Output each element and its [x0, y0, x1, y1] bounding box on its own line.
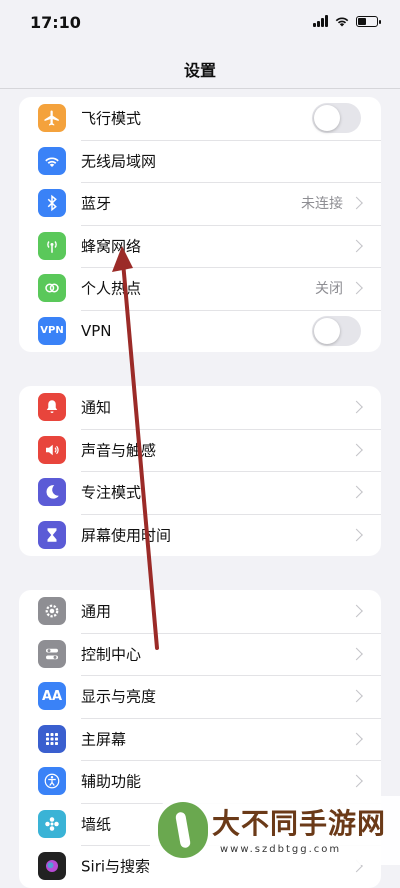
- settings-row[interactable]: 控制中心: [19, 632, 381, 676]
- settings-row-label: 屏幕使用时间: [81, 526, 172, 545]
- settings-row[interactable]: 个人热点 关闭: [19, 267, 381, 310]
- chevron-right-icon: [350, 528, 363, 542]
- settings-row[interactable]: 通用: [19, 590, 381, 633]
- settings-row-label: 控制中心: [81, 645, 142, 664]
- settings-row-label: 个人热点: [81, 279, 142, 298]
- battery-icon: [356, 15, 381, 27]
- status-time: 17:10: [30, 13, 81, 32]
- settings-row[interactable]: 通知: [19, 386, 381, 429]
- toggle-knob: [314, 105, 340, 132]
- siri-icon: [38, 852, 66, 881]
- settings-row-label: Siri与搜索: [81, 857, 151, 876]
- text-size-icon: AA: [38, 682, 66, 711]
- toggle-switch[interactable]: [312, 315, 361, 346]
- watermark-url: www.szdbtgg.com: [220, 844, 342, 855]
- settings-row[interactable]: 主屏幕: [19, 717, 381, 761]
- settings-row[interactable]: 声音与触感: [19, 428, 381, 472]
- gear-icon: [38, 597, 66, 626]
- status-icons: [313, 15, 381, 27]
- status-bar: 17:10: [0, 0, 400, 46]
- settings-group-notifications: 通知声音与触感专注模式屏幕使用时间: [19, 386, 381, 556]
- settings-row-label: 墙纸: [81, 815, 112, 834]
- vpn-icon: VPN: [38, 316, 66, 345]
- settings-row-label: 辅助功能: [81, 772, 142, 791]
- bluetooth-icon: [38, 189, 66, 218]
- chevron-right-icon: [350, 647, 363, 661]
- chevron-right-icon: [350, 689, 363, 703]
- settings-row[interactable]: 蓝牙 未连接: [19, 182, 381, 225]
- chevron-right-icon: [350, 400, 363, 414]
- nav-divider: [0, 88, 400, 89]
- watermark: 大不同手游网 www.szdbtgg.com: [150, 796, 400, 865]
- speaker-icon: [38, 435, 66, 464]
- cellular-signal-icon: [313, 15, 328, 27]
- chevron-right-icon: [350, 443, 363, 457]
- chevron-right-icon: [350, 774, 363, 788]
- settings-row-label: 通知: [81, 398, 112, 417]
- settings-row-label: 声音与触感: [81, 441, 157, 460]
- settings-row-label: 主屏幕: [81, 730, 127, 749]
- settings-row-value: 未连接: [301, 196, 343, 213]
- wifi-icon: [38, 146, 66, 175]
- chevron-right-icon: [350, 281, 363, 295]
- settings-row-label: 通用: [81, 602, 112, 621]
- settings-row-label: 显示与亮度: [81, 687, 157, 706]
- airplane-icon: [38, 104, 66, 133]
- settings-row-label: 专注模式: [81, 483, 142, 502]
- chevron-right-icon: [350, 485, 363, 499]
- hotspot-icon: [38, 274, 66, 303]
- switches-icon: [38, 639, 66, 668]
- settings-row-label: VPN: [81, 321, 112, 340]
- settings-row[interactable]: 无线局域网: [19, 139, 381, 183]
- toggle-knob: [314, 317, 340, 344]
- accessibility-icon: [38, 767, 66, 796]
- chevron-right-icon: [350, 604, 363, 618]
- page-title: 设置: [183, 61, 216, 80]
- settings-row[interactable]: 蜂窝网络: [19, 224, 381, 268]
- settings-row-label: 蓝牙: [81, 194, 112, 213]
- settings-row-label: 无线局域网: [81, 152, 157, 171]
- settings-group-connectivity: 飞行模式无线局域网蓝牙 未连接蜂窝网络个人热点 关闭 VPN VPN: [19, 97, 381, 352]
- watermark-logo-icon: [158, 802, 208, 858]
- wifi-status-icon: [335, 17, 349, 27]
- moon-icon: [38, 478, 66, 507]
- settings-row-value: 关闭: [315, 281, 343, 298]
- settings-row[interactable]: AA 显示与亮度: [19, 675, 381, 718]
- chevron-right-icon: [350, 239, 363, 253]
- settings-row-label: 飞行模式: [81, 109, 142, 128]
- hourglass-icon: [38, 520, 66, 549]
- wallpaper-icon: [38, 809, 66, 838]
- settings-row[interactable]: 屏幕使用时间: [19, 513, 381, 557]
- home-grid-icon: [38, 724, 66, 753]
- watermark-brand: 大不同手游网: [212, 807, 387, 840]
- chevron-right-icon: [350, 732, 363, 746]
- settings-row[interactable]: VPN VPN: [19, 309, 381, 353]
- settings-row[interactable]: 专注模式: [19, 471, 381, 514]
- bell-icon: [38, 393, 66, 422]
- settings-row-label: 蜂窝网络: [81, 237, 142, 256]
- antenna-icon: [38, 231, 66, 260]
- toggle-switch[interactable]: [312, 103, 361, 134]
- chevron-right-icon: [350, 196, 363, 210]
- settings-row[interactable]: 飞行模式: [19, 97, 381, 140]
